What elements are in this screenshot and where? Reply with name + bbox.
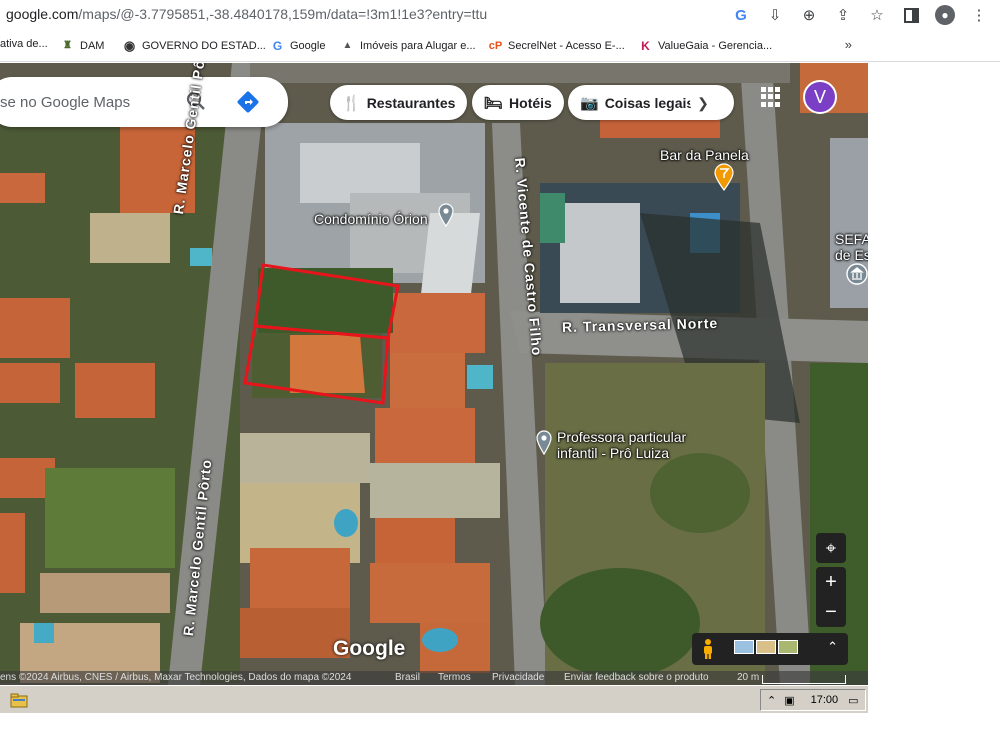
bookmark-item[interactable]: ▲ Imóveis para Alugar e... (340, 38, 476, 53)
bookmark-label: Google (290, 39, 326, 52)
terms-link[interactable]: Termos (438, 672, 471, 683)
map-canvas[interactable]: se no Google Maps 🍴 Restaurantes 🛏 Hotéis … (0, 63, 868, 685)
place-label-teacher-line2[interactable]: infantil - Prô Luiza (557, 445, 669, 461)
globe-icon: ◉ (123, 37, 136, 53)
bookmark-item[interactable]: K ValueGaia - Gerencia... (638, 38, 772, 53)
valuegaia-icon: K (641, 38, 650, 53)
google-watermark: Google (333, 637, 406, 660)
fork-knife-icon: 🍴 (342, 94, 361, 112)
bookmark-item[interactable]: ♜ DAM (60, 38, 104, 53)
privacy-link[interactable]: Privacidade (492, 672, 544, 683)
share-icon[interactable]: ⇪ (832, 4, 854, 26)
secrel-icon: cP (488, 39, 503, 52)
scale-bar[interactable] (762, 675, 846, 684)
bookmark-label: ValueGaia - Gerencia... (658, 39, 773, 52)
sidebar-icon[interactable] (900, 4, 922, 26)
zoom-in-button[interactable]: + (816, 567, 846, 597)
google-g-icon: G (272, 38, 283, 53)
place-label-sefaz-line2[interactable]: de Es (835, 247, 868, 263)
bookmarks-bar: ativa de... ♜ DAM ◉ GOVERNO DO ESTAD... GG… (0, 30, 1000, 62)
chips-next-button[interactable]: ❯ (690, 90, 716, 116)
place-label-sefaz[interactable]: SEFA (835, 231, 868, 247)
directions-icon[interactable] (236, 90, 260, 114)
chip-restaurants[interactable]: 🍴 Restaurantes (330, 85, 468, 120)
crest-icon: ♜ (63, 40, 72, 51)
chip-label: Hotéis (509, 94, 552, 111)
layer-thumbnail-transit[interactable] (734, 640, 754, 654)
place-label-bar[interactable]: Bar da Panela (660, 147, 749, 163)
place-pin-icon[interactable] (535, 429, 553, 455)
zoom-icon[interactable]: ⊕ (798, 4, 820, 26)
google-g-icon[interactable]: G (730, 4, 752, 26)
imagery-credits: ens ©2024 Airbus, CNES / Airbus, Maxar T… (0, 672, 352, 683)
account-avatar[interactable]: V (803, 80, 837, 114)
bookmark-label: GOVERNO DO ESTAD... (142, 39, 266, 52)
my-location-button[interactable]: ⌖ (816, 533, 846, 563)
bookmark-item[interactable]: ativa de... (0, 38, 48, 50)
chip-hotels[interactable]: 🛏 Hotéis (472, 85, 564, 120)
address-bar[interactable]: google.com/maps/@-3.7795851,-38.4840178,… (0, 0, 1000, 30)
clock[interactable]: 17:00 (811, 694, 839, 706)
bookmark-item[interactable]: G Google (270, 38, 326, 53)
chip-label: Restaurantes (366, 94, 456, 111)
place-pin-icon[interactable] (437, 203, 455, 227)
place-label-orion[interactable]: Condomínio Órion (314, 211, 428, 227)
place-label-teacher[interactable]: Professora particular (557, 429, 686, 445)
url-host: google.com (6, 6, 79, 22)
zoom-out-button[interactable]: − (816, 597, 846, 627)
camera-icon: 📷 (580, 94, 599, 112)
scale-label[interactable]: 20 m (737, 672, 759, 683)
bar-pin-icon[interactable] (713, 163, 735, 191)
search-placeholder: se no Google Maps (0, 94, 131, 111)
bed-icon: 🛏 (484, 94, 504, 112)
bookmark-label: SecrelNet - Acesso E-... (508, 39, 625, 52)
pegman-icon[interactable] (700, 638, 716, 660)
taskbar: ⌃ ▣ 17:00 ▭ (0, 685, 868, 713)
country-link[interactable]: Brasil (395, 672, 420, 683)
chip-label: Coisas legais (604, 94, 695, 111)
bookmark-item[interactable]: cP SecrelNet - Acesso E-... (488, 38, 625, 53)
maps-search-box[interactable]: se no Google Maps (0, 77, 288, 127)
government-building-icon[interactable] (846, 263, 868, 285)
bookmark-label: DAM (80, 39, 105, 52)
url-path: /maps/@-3.7795851,-38.4840178,159m/data=… (78, 6, 488, 22)
install-app-icon[interactable]: ⇩ (764, 4, 786, 26)
bookmark-item[interactable]: ◉ GOVERNO DO ESTAD... (122, 38, 266, 53)
network-icon[interactable]: ▣ (784, 694, 794, 707)
system-tray: ⌃ ▣ 17:00 ▭ (760, 689, 866, 711)
folder-icon[interactable] (10, 692, 28, 708)
house-icon: ▲ (342, 40, 353, 51)
feedback-link[interactable]: Enviar feedback sobre o produto (564, 672, 709, 683)
menu-icon[interactable]: ⋮ (968, 4, 990, 26)
google-apps-icon[interactable] (761, 87, 781, 107)
map-controls: ⌖ + − (816, 533, 846, 627)
layer-thumbnail-satellite[interactable] (778, 640, 798, 654)
map-footer: ens ©2024 Airbus, CNES / Airbus, Maxar T… (0, 671, 868, 685)
show-desktop-icon[interactable]: ▭ (848, 694, 858, 707)
crosshair-icon: ⌖ (825, 537, 837, 558)
layer-thumbnail-terrain[interactable] (756, 640, 776, 654)
layers-bar: ⌃ (692, 633, 848, 665)
bookmark-label: ativa de... (0, 38, 48, 50)
url-text[interactable]: google.com/maps/@-3.7795851,-38.4840178,… (6, 6, 487, 22)
expand-layers-icon[interactable]: ⌃ (827, 639, 838, 655)
star-icon[interactable]: ☆ (866, 4, 888, 26)
bookmarks-more-button[interactable]: » (845, 37, 852, 52)
chevron-right-icon: ❯ (697, 94, 709, 111)
profile-icon[interactable]: ● (934, 4, 956, 26)
chevron-up-icon[interactable]: ⌃ (767, 694, 776, 707)
bookmark-label: Imóveis para Alugar e... (360, 39, 476, 52)
